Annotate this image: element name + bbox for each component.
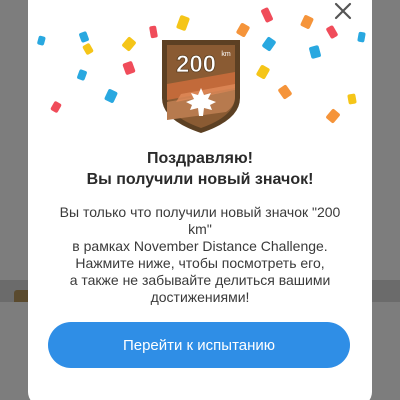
message-line-2: km" [188,221,212,237]
title-line-2: Вы получили новый значок! [86,171,314,188]
close-icon [334,2,352,20]
modal-message: Вы только что получили новый значок "200… [50,204,350,306]
maple-leaf-badge: 200 km [162,40,240,133]
message-line-1: Вы только что получили новый значок "200 [59,204,341,220]
message-line-6: достижениями! [150,289,250,305]
message-line-3: в рамках November Distance Challenge. [72,238,328,254]
badge-unit: km [221,51,231,58]
go-to-challenge-button[interactable]: Перейти к испытанию [48,322,350,368]
modal-title: Поздравляю! Вы получили новый значок! [28,148,372,190]
badge-distance: 200 [176,51,216,78]
message-line-4: Нажмите ниже, чтобы посмотреть его, [75,255,325,271]
achievement-modal: 200 km Поздравляю! Вы получили новый зна… [28,0,372,400]
close-button[interactable] [332,0,354,22]
title-line-1: Поздравляю! [147,150,253,167]
message-line-5: а также не забывайте делиться вашими [69,272,331,288]
